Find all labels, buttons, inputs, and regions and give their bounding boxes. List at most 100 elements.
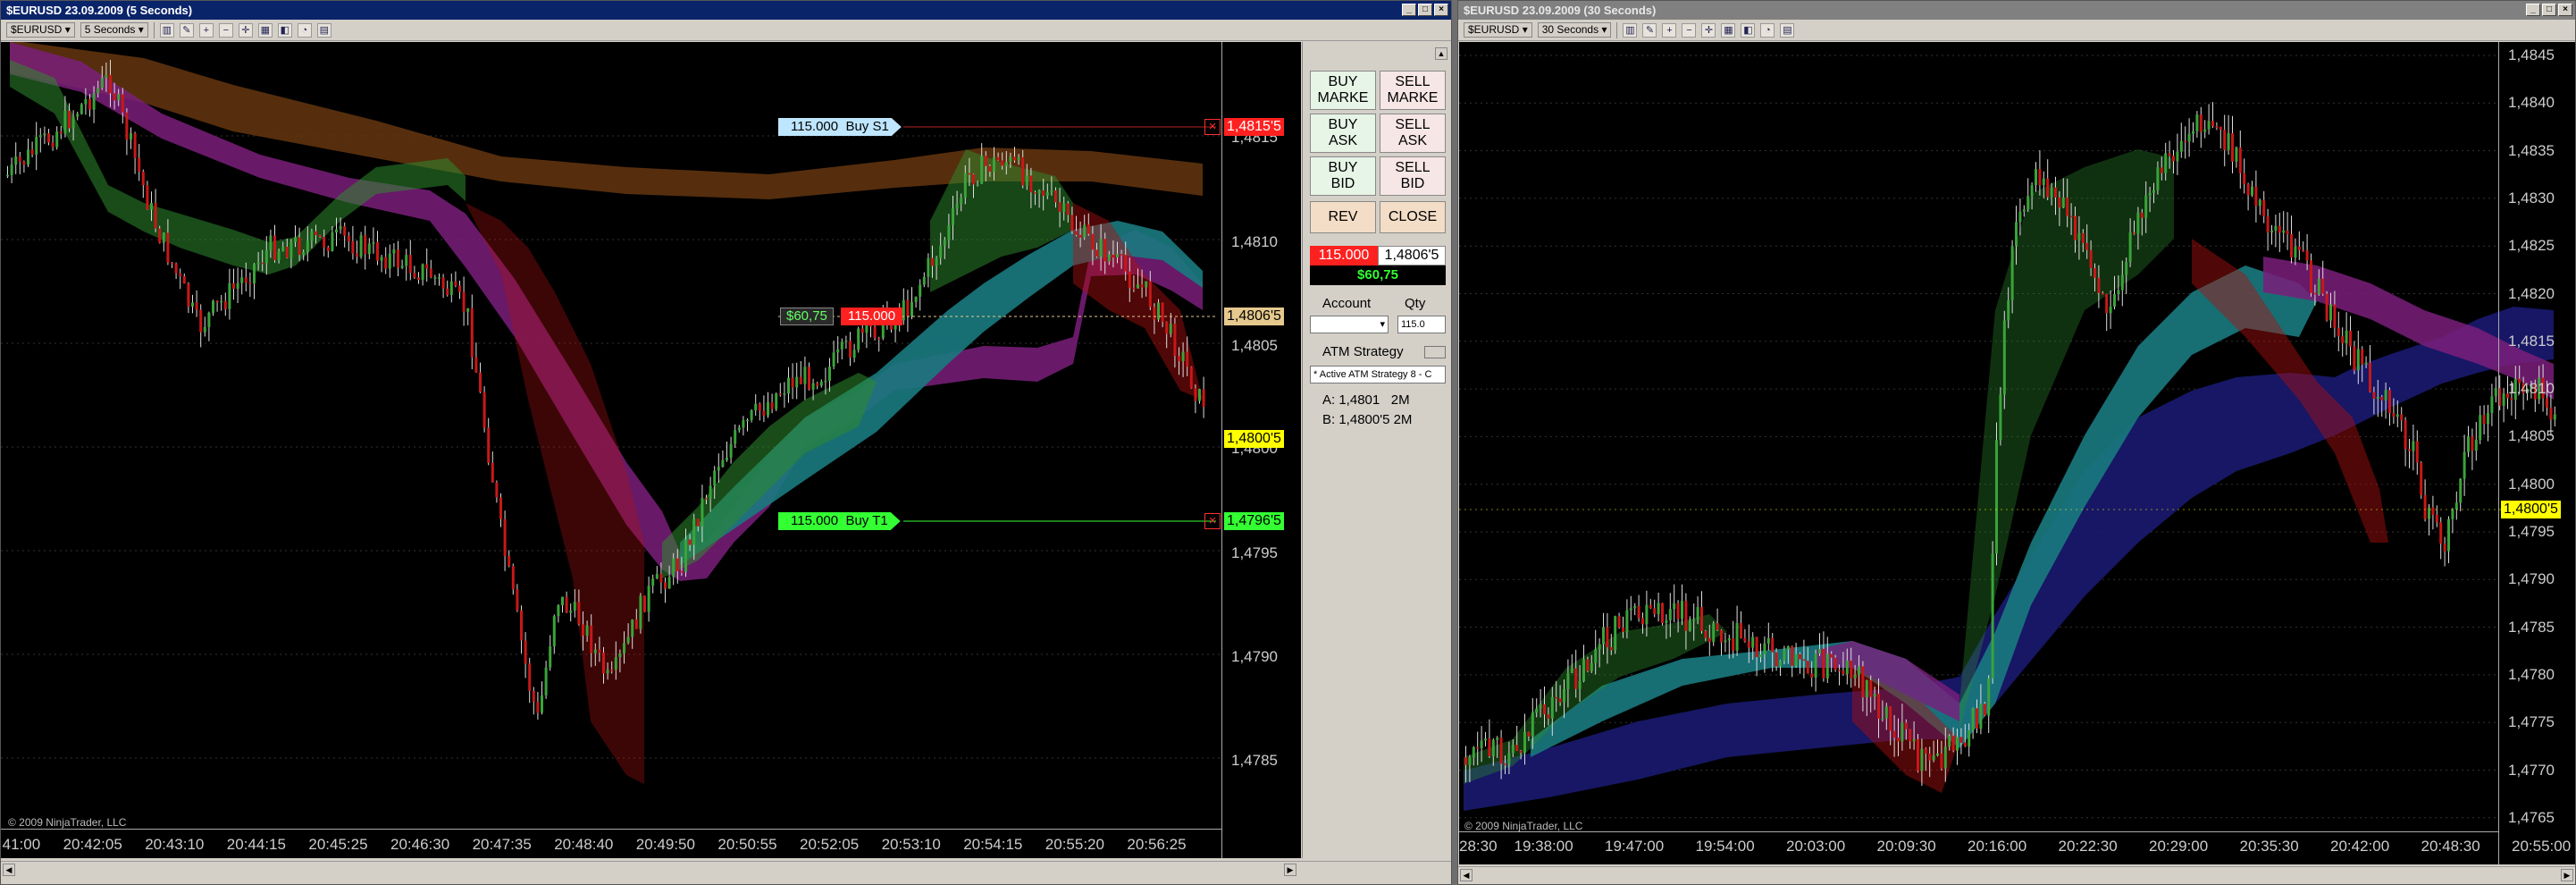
x-tick: 20:22:30 [2058,838,2118,855]
scroll-right-icon[interactable]: ▶ [2561,869,2573,881]
x-tick: 20:48:40 [554,836,614,853]
price-chart-canvas[interactable] [1,42,1301,858]
crosshair-icon[interactable]: ✛ [238,22,253,38]
target-price-tag: 1,4796'5 [1224,512,1284,530]
window-maximize-icon[interactable]: □ [1418,4,1432,16]
x-tick: 20:49:50 [635,836,695,853]
zoom-out-icon[interactable]: − [1682,22,1697,38]
x-tick: 20:53:10 [881,836,941,853]
buy-market-button[interactable]: BUY MARKE [1310,71,1376,110]
zoom-in-icon[interactable]: + [1662,22,1677,38]
pencil-icon[interactable]: ✎ [179,22,194,38]
crosshair-icon[interactable]: ✛ [1701,22,1716,38]
y-tick: 1,4790 [2508,570,2555,588]
scroll-left-icon[interactable]: ◀ [3,864,15,876]
y-tick: 1,4810 [2508,380,2555,398]
qty-value: 115.0 [1401,319,1425,330]
instrument-selector[interactable]: $EURUSD ▾ [1464,22,1532,38]
target-order-tag[interactable]: 115.000 Buy T1 [778,512,901,530]
stop-order-qty: 115.000 [791,119,839,134]
stop-order-label: Buy S1 [845,119,889,134]
interval-selector[interactable]: 5 Seconds ▾ [80,22,148,38]
x-tick: 20:16:00 [1968,838,2027,855]
data-box-icon[interactable]: ▤ [1780,22,1795,38]
x-tick: 20:56:25 [1127,836,1187,853]
y-tick: 1,4845 [2508,46,2555,63]
y-tick: 1,4785 [1231,752,1278,769]
price-axis[interactable]: 1,4815 1,4810 1,4805 1,4800 1,4795 1,479… [1221,42,1301,858]
horizontal-scrollbar[interactable]: ◀ ▶ [1,861,1451,879]
data-box-icon[interactable]: ▤ [316,22,331,38]
window-minimize-icon[interactable]: _ [1402,4,1416,16]
window-maximize-icon[interactable]: □ [2542,4,2556,16]
properties-icon[interactable]: ▦ [1721,22,1736,38]
x-tick: 20:46:30 [390,836,450,853]
properties-icon[interactable]: ▦ [257,22,273,38]
window-title: $EURUSD 23.09.2009 (30 Seconds) [1464,4,1657,17]
horizontal-scrollbar[interactable]: ◀ ▶ [1458,866,2575,884]
window-title: $EURUSD 23.09.2009 (5 Seconds) [6,4,193,17]
chart-trader-panel: ▲ BUY MARKE SELL MARKE BUY ASK SELL ASK … [1302,42,1451,858]
zoom-out-icon[interactable]: − [218,22,233,38]
chart-window-5s: $EURUSD 23.09.2009 (5 Seconds) _ □ × $EU… [0,0,1452,885]
price-chart[interactable]: 1,4845 1,4840 1,4835 1,4830 1,4825 1,4820 1,48… [1459,42,2575,864]
y-tick: 1,4765 [2508,808,2555,826]
buy-ask-button[interactable]: BUY ASK [1310,114,1376,153]
buy-bid-button[interactable]: BUY BID [1310,156,1376,196]
bar-chart-icon[interactable]: ▥ [159,22,174,38]
sell-bid-button[interactable]: SELL BID [1380,156,1446,196]
x-tick: 20:09:30 [1876,838,1936,855]
x-tick: 20:48:30 [2421,838,2480,855]
x-tick: 19:54:00 [1695,838,1755,855]
y-tick: 1,4805 [1231,337,1278,354]
atm-strategy-label: ATM Strategy [1322,344,1404,359]
scroll-up-icon[interactable]: ▲ [1435,47,1447,60]
scroll-right-icon[interactable]: ▶ [1284,864,1296,876]
qty-stepper[interactable]: 115.0 [1397,316,1446,333]
chart-window-30s: $EURUSD 23.09.2009 (30 Seconds) _ □ × $E… [1457,0,2576,885]
chart-trader-icon[interactable]: ◧ [1741,22,1756,38]
close-position-button[interactable]: CLOSE [1380,201,1446,233]
x-tick: 20:35:30 [2239,838,2299,855]
stop-order-cancel-icon[interactable]: × [1204,119,1221,135]
y-tick: 1,4840 [2508,94,2555,112]
window-title-bar[interactable]: $EURUSD 23.09.2009 (30 Seconds) _ □ × [1458,1,2575,20]
window-close-icon[interactable]: × [1434,4,1448,16]
instrument-selector[interactable]: $EURUSD ▾ [6,22,75,38]
price-chart-canvas[interactable] [1459,42,2575,864]
target-order-cancel-icon[interactable]: × [1204,513,1221,529]
bar-chart-icon[interactable]: ▥ [1623,22,1638,38]
zoom-in-icon[interactable]: + [198,22,214,38]
atm-strategy-select[interactable]: * Active ATM Strategy 8 - C [1310,366,1446,384]
price-axis[interactable]: 1,4845 1,4840 1,4835 1,4830 1,4825 1,4820 1,48… [2498,42,2575,864]
account-select[interactable]: ▾ [1310,316,1389,333]
y-tick: 1,4785 [2508,618,2555,636]
x-tick: 28:30 [1459,838,1498,855]
drawing-tools-icon[interactable]: ◔ [1760,22,1775,38]
stop-order-tag[interactable]: 115.000 Buy S1 [778,118,902,136]
window-minimize-icon[interactable]: _ [2526,4,2540,16]
pencil-icon[interactable]: ✎ [1642,22,1657,38]
reverse-button[interactable]: REV [1310,201,1376,233]
y-tick: 1,4825 [2508,237,2555,255]
scroll-left-icon[interactable]: ◀ [1460,869,1473,881]
drawing-tools-icon[interactable]: ◔ [297,22,312,38]
window-title-bar[interactable]: $EURUSD 23.09.2009 (5 Seconds) _ □ × [1,1,1451,20]
sell-market-button[interactable]: SELL MARKE [1380,71,1446,110]
atm-strategy-button[interactable] [1424,346,1446,358]
price-chart[interactable]: 115.000 Buy S1 115.000 Buy T1 $60,75 115… [1,42,1301,858]
interval-selector[interactable]: 30 Seconds ▾ [1537,22,1612,38]
last-price-tag: 1,4800'5 [2501,501,2561,518]
y-tick: 1,4795 [2508,523,2555,540]
y-tick: 1,4815 [2508,332,2555,350]
ask-quote: A: 1,4801 2M [1322,392,1410,408]
window-close-icon[interactable]: × [2558,4,2572,16]
sell-ask-button[interactable]: SELL ASK [1380,114,1446,153]
position-pnl-tag: $60,75 [780,308,834,325]
chart-toolbar: $EURUSD ▾ 5 Seconds ▾ ▥ ✎ + − ✛ ▦ ◧ ◔ ▤ [1,20,1451,41]
position-qty-box: 115.000 [1310,246,1378,266]
chart-trader-icon[interactable]: ◧ [277,22,292,38]
y-tick: 1,4805 [2508,427,2555,445]
x-tick: 20:03:00 [1786,838,1846,855]
position-qty-tag[interactable]: 115.000 [841,308,903,325]
